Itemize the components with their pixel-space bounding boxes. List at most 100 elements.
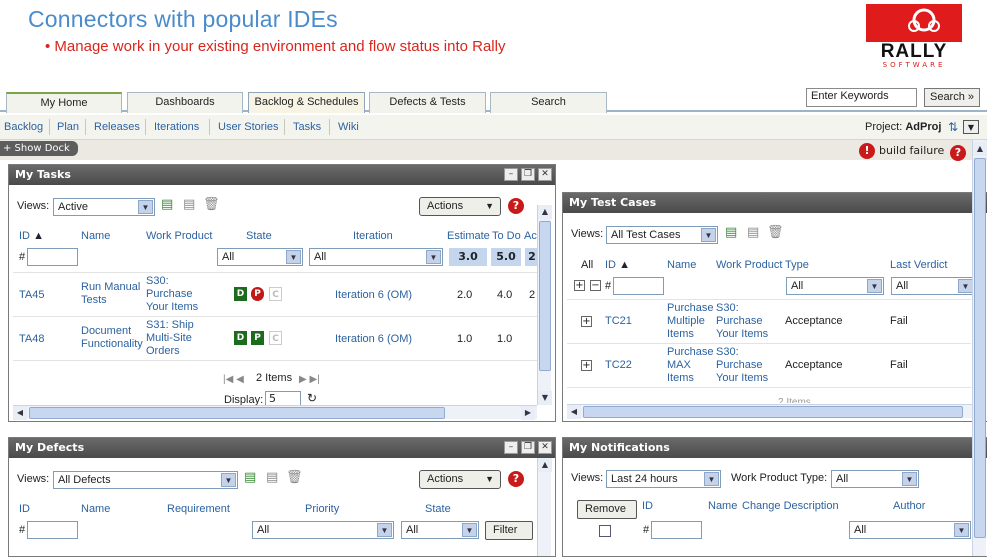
state-filter-select[interactable]: All ▼ [217, 248, 303, 266]
col-id[interactable]: ID ▲ [19, 230, 44, 242]
remove-button[interactable]: Remove [577, 500, 637, 519]
author-filter-select[interactable]: All ▼ [849, 521, 971, 539]
col-state[interactable]: State [425, 503, 451, 515]
subnav-plan[interactable]: Plan [57, 121, 79, 133]
help-icon[interactable]: ? [508, 471, 524, 487]
subnav-backlog[interactable]: Backlog [4, 121, 43, 133]
tab-backlog-schedules[interactable]: Backlog & Schedules [248, 92, 365, 113]
defects-actions-button[interactable]: Actions ▼ [419, 470, 501, 489]
add-icon[interactable]: ▤ [244, 470, 256, 485]
close-icon[interactable]: ✕ [538, 168, 552, 181]
col-state[interactable]: State [246, 230, 272, 242]
testcase-name-link[interactable]: Purchase Multiple Items [667, 302, 717, 341]
minimize-icon[interactable]: – [504, 168, 518, 181]
filter-button[interactable]: Filter [485, 521, 533, 540]
state-completed-icon[interactable]: C [269, 331, 282, 345]
scroll-thumb[interactable] [29, 407, 445, 419]
scroll-thumb[interactable] [974, 158, 986, 538]
col-iteration[interactable]: Iteration [353, 230, 393, 242]
expand-row-icon[interactable]: + [581, 316, 592, 327]
col-name[interactable]: Name [708, 500, 737, 512]
edit-icon[interactable]: ▤ [747, 225, 759, 240]
project-dropdown-icon[interactable]: ▼ [963, 120, 979, 134]
select-all-checkbox[interactable] [599, 525, 611, 537]
vertical-scrollbar[interactable]: ▲ ▼ [537, 205, 552, 405]
delete-icon[interactable]: 🗑 [203, 197, 220, 212]
type-filter-select[interactable]: All ▼ [786, 277, 884, 295]
col-actual[interactable]: Ac [524, 230, 537, 242]
tab-defects-tests[interactable]: Defects & Tests [369, 92, 486, 113]
col-name[interactable]: Name [81, 503, 110, 515]
col-estimate[interactable]: Estimate [447, 230, 490, 242]
keyword-search-input[interactable]: Enter Keywords [806, 88, 917, 107]
col-id[interactable]: ID [19, 503, 30, 515]
notifications-view-select[interactable]: Last 24 hours ▼ [606, 470, 721, 488]
pager-first-prev-icon[interactable]: |◀ ◀ [223, 373, 244, 386]
minimize-icon[interactable]: – [504, 441, 518, 454]
tab-dashboards[interactable]: Dashboards [127, 92, 243, 113]
col-id[interactable]: ID ▲ [605, 259, 630, 271]
vertical-scrollbar[interactable]: ▲ [537, 458, 552, 556]
col-name[interactable]: Name [667, 259, 696, 271]
work-product-link[interactable]: S30: Purchase Your Items [716, 346, 780, 385]
show-dock-button[interactable]: + Show Dock [0, 141, 78, 156]
scroll-down-icon[interactable]: ▼ [538, 391, 552, 405]
col-name[interactable]: Name [81, 230, 110, 242]
refresh-icon[interactable]: ↻ [307, 392, 317, 405]
state-defined-icon[interactable]: D [234, 287, 247, 301]
search-button[interactable]: Search » [924, 88, 980, 107]
add-icon[interactable]: ▤ [725, 225, 737, 240]
testcase-id-link[interactable]: TC21 [605, 315, 632, 328]
expand-all-icon[interactable]: + [574, 280, 585, 291]
close-icon[interactable]: ✕ [538, 441, 552, 454]
iteration-link[interactable]: Iteration 6 (OM) [335, 333, 412, 346]
build-failure-link[interactable]: build failure [879, 144, 944, 157]
testcase-name-link[interactable]: Purchase MAX Items [667, 346, 717, 385]
state-in-progress-icon[interactable]: P [251, 331, 264, 345]
state-filter-select[interactable]: All ▼ [401, 521, 479, 539]
restore-icon[interactable]: ❐ [521, 168, 535, 181]
id-filter-input[interactable] [27, 248, 78, 266]
tab-my-home[interactable]: My Home [6, 92, 122, 113]
add-icon[interactable]: ▤ [161, 197, 173, 212]
edit-icon[interactable]: ▤ [183, 197, 195, 212]
horizontal-scrollbar[interactable]: ◀ [567, 404, 972, 419]
work-product-type-select[interactable]: All ▼ [831, 470, 919, 488]
subnav-releases[interactable]: Releases [94, 121, 140, 133]
expand-row-icon[interactable]: + [581, 360, 592, 371]
defects-view-select[interactable]: All Defects ▼ [53, 471, 238, 489]
col-change-description[interactable]: Change Description [742, 500, 839, 512]
work-product-link[interactable]: S30: Purchase Your Items [716, 302, 780, 341]
horizontal-scrollbar[interactable]: ◀ ▶ [13, 405, 537, 420]
col-all[interactable]: All [581, 259, 593, 272]
help-icon[interactable]: ? [950, 145, 966, 161]
task-id-link[interactable]: TA48 [19, 333, 44, 346]
iteration-link[interactable]: Iteration 6 (OM) [335, 289, 412, 302]
col-work-product[interactable]: Work Product [716, 259, 782, 271]
priority-filter-select[interactable]: All ▼ [252, 521, 394, 539]
state-in-progress-icon[interactable]: P [251, 287, 264, 301]
task-name-link[interactable]: Document Functionality [81, 325, 147, 351]
subnav-iterations[interactable]: Iterations [154, 121, 199, 133]
scroll-left-icon[interactable]: ◀ [13, 406, 27, 420]
scroll-up-icon[interactable]: ▲ [538, 458, 552, 472]
scroll-thumb[interactable] [583, 406, 963, 418]
collapse-all-icon[interactable]: − [590, 280, 601, 291]
verdict-filter-select[interactable]: All ▼ [891, 277, 975, 295]
col-id[interactable]: ID [642, 500, 653, 512]
id-filter-input[interactable] [613, 277, 664, 295]
tab-search[interactable]: Search [490, 92, 607, 113]
task-name-link[interactable]: Run Manual Tests [81, 281, 143, 307]
id-filter-input[interactable] [651, 521, 702, 539]
pager-next-last-icon[interactable]: ▶ ▶| [299, 373, 320, 386]
delete-icon[interactable]: 🗑 [767, 225, 784, 240]
id-filter-input[interactable] [27, 521, 78, 539]
col-priority[interactable]: Priority [305, 503, 339, 515]
work-product-link[interactable]: S31: Ship Multi-Site Orders [146, 319, 208, 358]
col-last-verdict[interactable]: Last Verdict [890, 259, 947, 271]
tasks-actions-button[interactable]: Actions ▼ [419, 197, 501, 216]
iteration-filter-select[interactable]: All ▼ [309, 248, 443, 266]
sort-arrows-icon[interactable]: ⇅ [948, 120, 958, 134]
help-icon[interactable]: ? [508, 198, 524, 214]
col-work-product[interactable]: Work Product [146, 230, 212, 242]
